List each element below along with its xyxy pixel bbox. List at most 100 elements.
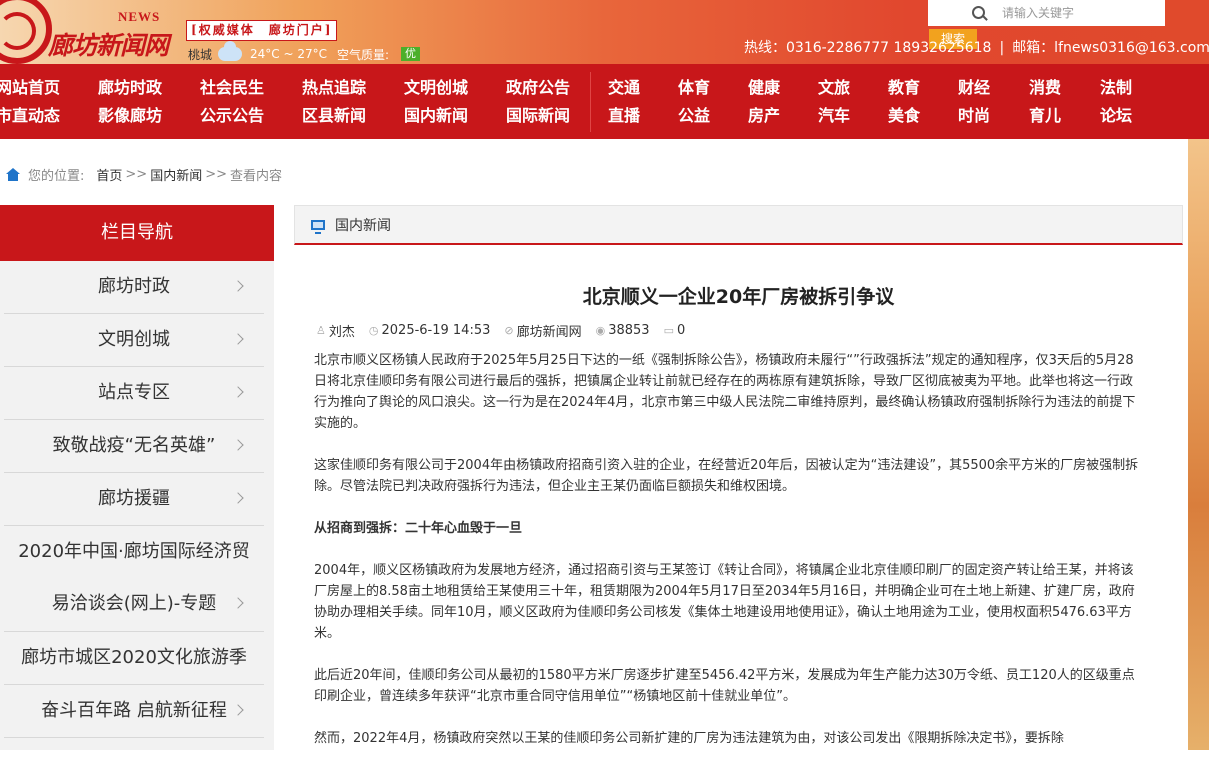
sidebar-item[interactable]: 致敬战疫“无名英雄” (4, 420, 264, 473)
sidebar-item[interactable]: 廊坊时政 (4, 261, 264, 314)
sidebar-item-label: 奋斗百年路 启航新征程 (41, 700, 227, 721)
chevron-right-icon (232, 386, 244, 398)
sidebar-item[interactable]: 站点专区 (4, 367, 264, 420)
nav-column: 社会民生 公示公告 (200, 74, 264, 130)
nav-item[interactable]: 政府公告 (506, 74, 570, 102)
weather-city: 桃城 (188, 47, 213, 62)
sidebar-item-label: 廊坊时政 (98, 276, 170, 297)
email[interactable]: 邮箱：lfnews0316@163.com (1012, 40, 1209, 56)
nav-item[interactable]: 时尚 (958, 102, 990, 130)
nav-column: 交通 直播 (608, 74, 640, 130)
article-author: 刘杰 (328, 325, 355, 340)
nav-divider (590, 72, 591, 132)
nav-item[interactable]: 网站首页 (0, 74, 60, 102)
breadcrumb-home[interactable]: 首页 (96, 165, 122, 184)
nav-item[interactable]: 文明创城 (404, 74, 468, 102)
nav-item[interactable]: 育儿 (1029, 102, 1061, 130)
nav-column: 文旅 汽车 (818, 74, 850, 130)
nav-item[interactable]: 教育 (888, 74, 920, 102)
article-body: 北京市顺义区杨镇人民政府于2025年5月25日下达的一纸《强制拆除公告》，杨镇政… (314, 350, 1140, 770)
search-input[interactable] (1000, 5, 1154, 21)
sidebar-item-label: 文明创城 (98, 329, 170, 350)
eye-icon: ◉ (595, 324, 606, 337)
article-paragraph: 然而，2022年4月，杨镇政府突然以王某的佳顺印务公司新扩建的厂房为违法建筑为由… (314, 731, 1064, 746)
nav-column: 文明创城 国内新闻 (404, 74, 468, 130)
nav-item[interactable]: 国际新闻 (506, 102, 570, 130)
nav-item[interactable]: 廊坊时政 (98, 74, 162, 102)
slogan: [权威媒体 廊坊门户] (186, 20, 338, 41)
breadcrumb-prefix: 您的位置: (28, 169, 85, 184)
section-title: 国内新闻 (335, 217, 391, 234)
sidebar-item[interactable]: 廊坊市城区2020文化旅游季 (4, 632, 264, 685)
nav-item[interactable]: 房产 (748, 102, 780, 130)
nav-item[interactable]: 论坛 (1100, 102, 1132, 130)
sidebar: 栏目导航 廊坊时政 文明创城 站点专区 致敬战疫“无名英雄” 廊坊援疆 2020… (0, 205, 274, 750)
sidebar-item[interactable]: 文明创城 (4, 314, 264, 367)
article-comments: 0 (676, 323, 686, 338)
source-icon: ⊘ (504, 324, 514, 337)
nav-item[interactable]: 市直动态 (0, 102, 60, 130)
air-quality-label: 空气质量: (337, 47, 390, 62)
nav-item[interactable]: 直播 (608, 102, 640, 130)
nav-column: 网站首页 市直动态 (0, 74, 60, 130)
nav-item[interactable]: 交通 (608, 74, 640, 102)
logo-emblem-icon[interactable] (0, 0, 52, 64)
chevron-right-icon (232, 333, 244, 345)
search-box (928, 0, 1165, 26)
sidebar-item[interactable]: 2020年中国·廊坊国际经济贸易洽谈会(网上)-专题 (4, 526, 264, 632)
article-paragraph: 此后近20年间，佳顺印务公司从最初的1580平方米厂房逐步扩建至5456.42平… (314, 668, 1135, 704)
breadcrumb: 您的位置: 首页 >> 国内新闻 >> 查看内容 (6, 165, 282, 184)
breadcrumb-separator: >> (125, 167, 148, 182)
nav-item[interactable]: 汽车 (818, 102, 850, 130)
nav-column: 廊坊时政 影像廊坊 (98, 74, 162, 130)
nav-item[interactable]: 消费 (1029, 74, 1061, 102)
nav-item[interactable]: 公益 (678, 102, 710, 130)
clock-icon: ◷ (368, 324, 379, 337)
sidebar-title: 栏目导航 (0, 205, 274, 261)
breadcrumb-current: 查看内容 (230, 169, 283, 184)
breadcrumb-section[interactable]: 国内新闻 (150, 165, 202, 184)
main-nav: 网站首页 市直动态 廊坊时政 影像廊坊 社会民生 公示公告 热点追踪 区县新闻 文明创城… (0, 64, 1209, 139)
nav-item[interactable]: 法制 (1100, 74, 1132, 102)
nav-column: 政府公告 国际新闻 (506, 74, 570, 130)
article-paragraph: 2004年，顺义区杨镇政府为发展地方经济，通过招商引资与王某签订《转让合同》，将… (314, 563, 1135, 641)
nav-item[interactable]: 体育 (678, 74, 710, 102)
search-icon[interactable] (972, 6, 986, 20)
article-paragraph: 这家佳顺印务有限公司于2004年由杨镇政府招商引资入驻的企业，在经营近20年后，… (314, 458, 1139, 494)
contact-info: 热线：0316-2286777 18932625618 | 邮箱：lfnews031… (744, 37, 1209, 57)
article-subheading: 从招商到强拆：二十年心血毁于一旦 (314, 521, 523, 536)
section-header: 国内新闻 (294, 205, 1183, 245)
contact-separator: | (999, 40, 1005, 56)
nav-item[interactable]: 热点追踪 (302, 74, 366, 102)
article-source: 廊坊新闻网 (516, 325, 582, 340)
hotline: 热线：0316-2286777 18932625618 (744, 40, 992, 56)
article-views: 38853 (608, 323, 650, 338)
site-logo[interactable]: 廊坊新闻网 (48, 26, 169, 62)
home-icon (6, 168, 20, 181)
nav-item[interactable]: 健康 (748, 74, 780, 102)
nav-column: 体育 公益 (678, 74, 710, 130)
nav-item[interactable]: 美食 (888, 102, 920, 130)
nav-column: 热点追踪 区县新闻 (302, 74, 366, 130)
nav-item[interactable]: 社会民生 (200, 74, 264, 102)
nav-item[interactable]: 财经 (958, 74, 990, 102)
sidebar-item[interactable]: 廊坊援疆 (4, 473, 264, 526)
article-paragraph: 北京市顺义区杨镇人民政府于2025年5月25日下达的一纸《强制拆除公告》，杨镇政… (314, 353, 1136, 431)
slogan-text: 权威媒体 廊坊门户 (198, 23, 325, 37)
user-icon: ♙ (316, 324, 326, 337)
nav-item[interactable]: 文旅 (818, 74, 850, 102)
breadcrumb-separator: >> (205, 167, 228, 182)
sidebar-item-label: 廊坊援疆 (98, 488, 170, 509)
nav-column: 教育 美食 (888, 74, 920, 130)
sidebar-item-label: 站点专区 (98, 382, 170, 403)
nav-item[interactable]: 公示公告 (200, 102, 264, 130)
nav-item[interactable]: 影像廊坊 (98, 102, 162, 130)
air-quality-badge: 优 (401, 47, 421, 61)
sidebar-item-label: 致敬战疫“无名英雄” (52, 435, 216, 456)
sidebar-item[interactable]: 奋斗百年路 启航新征程 (4, 685, 264, 738)
nav-column: 财经 时尚 (958, 74, 990, 130)
nav-item[interactable]: 国内新闻 (404, 102, 468, 130)
decorative-background-strip (1188, 139, 1209, 750)
nav-item[interactable]: 区县新闻 (302, 102, 366, 130)
logo-news-text[interactable]: NEWS (118, 9, 160, 25)
